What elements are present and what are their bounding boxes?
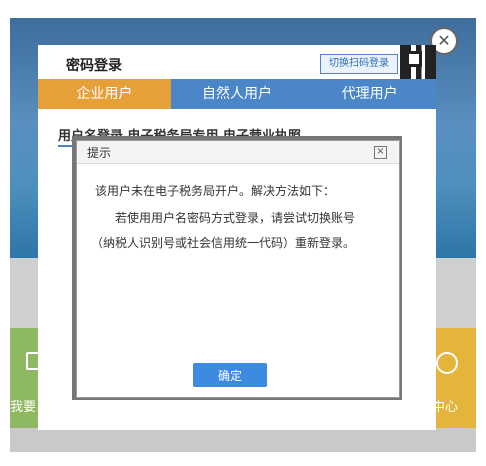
dialog-body: 该用户未在电子税务局开户。解决方法如下： 若使用用户名密码方式登录，请尝试切换账… [77, 164, 399, 251]
tab-individual-user[interactable]: 自然人用户 [170, 79, 304, 109]
chat-icon [436, 352, 458, 374]
login-title: 密码登录 [66, 58, 122, 74]
switch-qr-login-button[interactable]: 切换扫码登录 [320, 54, 398, 74]
qr-code-icon[interactable] [400, 45, 436, 79]
tab-enterprise-user[interactable]: 企业用户 [38, 79, 171, 109]
dialog-message-line1: 该用户未在电子税务局开户。解决方法如下： [95, 184, 336, 198]
user-type-tabs: 企业用户 自然人用户 代理用户 [38, 79, 437, 109]
dialog-title: 提示 [87, 146, 112, 160]
alert-dialog: 提示 × 该用户未在电子税务局开户。解决方法如下： 若使用用户名密码方式登录，请… [76, 140, 400, 398]
ok-button[interactable]: 确定 [193, 363, 267, 387]
dialog-message-line2: 若使用用户名密码方式登录，请尝试切换账号 [115, 211, 356, 225]
background-footer [10, 428, 476, 452]
background-card-left-text: 我要 [10, 400, 37, 415]
tab-agent-user[interactable]: 代理用户 [303, 79, 437, 109]
dialog-header: 提示 × [77, 141, 399, 164]
dialog-close-icon[interactable]: × [374, 146, 387, 159]
dialog-message-line3: （纳税人识别号或社会信用统一代码）重新登录。 [91, 236, 356, 250]
